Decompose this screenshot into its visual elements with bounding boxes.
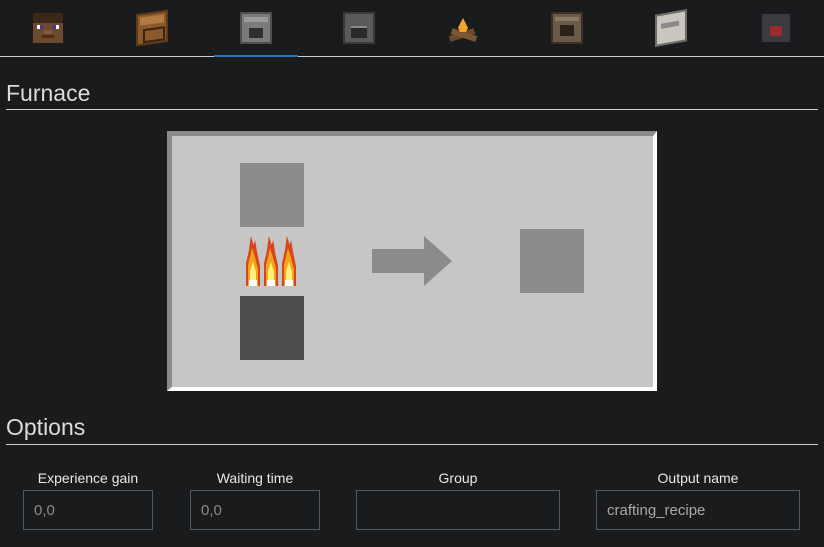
fire-icon <box>244 234 300 286</box>
tab-campfire[interactable] <box>421 0 505 56</box>
stonecutter-icon <box>655 9 687 47</box>
campfire-icon <box>447 12 479 44</box>
experience-gain-label: Experience gain <box>37 470 139 486</box>
progress-arrow-icon <box>372 236 452 286</box>
options-section-divider <box>6 444 818 445</box>
fuel-slot[interactable] <box>240 296 304 360</box>
blast-furnace-icon <box>343 12 375 44</box>
input-slot[interactable] <box>240 163 304 227</box>
furnace-section-divider <box>6 109 818 110</box>
furnace-icon <box>240 12 272 44</box>
recipe-type-tabbar <box>0 0 824 57</box>
experience-gain-field[interactable] <box>23 490 153 530</box>
furnace-section-title: Furnace <box>6 80 91 106</box>
smithing-table-icon <box>760 12 792 44</box>
options-section-title: Options <box>6 414 86 440</box>
tab-stonecutter[interactable] <box>629 0 713 56</box>
tab-smithing-table[interactable] <box>734 0 818 56</box>
tab-smoker[interactable] <box>525 0 609 56</box>
tab-player[interactable] <box>6 0 90 56</box>
group-label: Group <box>438 470 478 486</box>
tab-crafting-table[interactable] <box>110 0 194 56</box>
output-slot[interactable] <box>520 229 584 293</box>
crafting-table-icon <box>136 9 168 47</box>
output-name-field[interactable] <box>596 490 800 530</box>
waiting-time-label: Waiting time <box>216 470 294 486</box>
steve-head-icon <box>33 13 63 43</box>
output-name-label: Output name <box>657 470 739 486</box>
tab-furnace[interactable] <box>214 0 298 57</box>
tab-blast-furnace[interactable] <box>317 0 401 56</box>
waiting-time-field[interactable] <box>190 490 320 530</box>
smoker-icon <box>551 12 583 44</box>
group-field[interactable] <box>356 490 560 530</box>
